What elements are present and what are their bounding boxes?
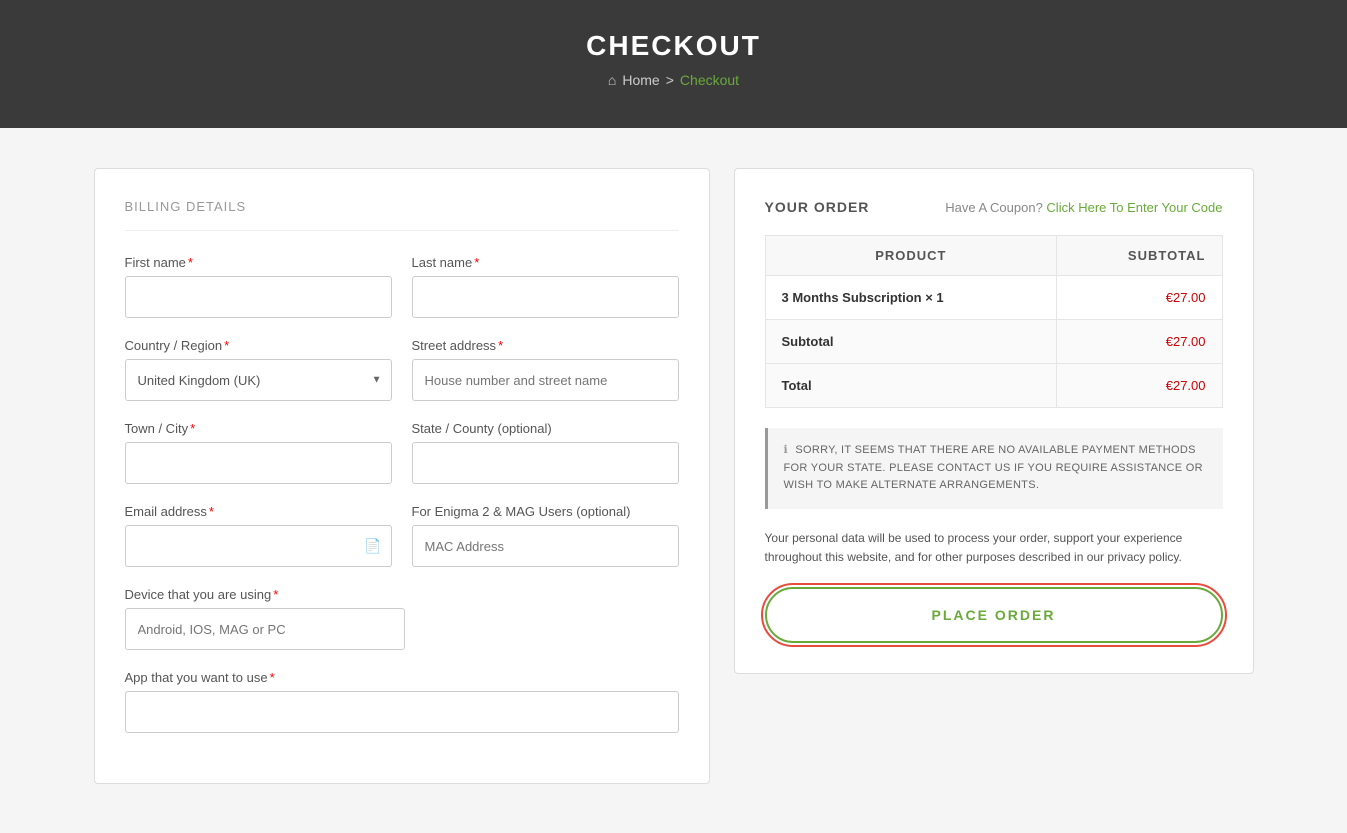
first-name-label: First name* <box>125 255 392 270</box>
privacy-text: Your personal data will be used to proce… <box>765 529 1223 567</box>
home-icon: ⌂ <box>608 72 616 88</box>
state-group: State / County (optional) <box>412 421 679 484</box>
state-label: State / County (optional) <box>412 421 679 436</box>
breadcrumb-current: Checkout <box>680 72 739 88</box>
email-label: Email address* <box>125 504 392 519</box>
street-address-input[interactable] <box>412 359 679 401</box>
order-panel: YOUR ORDER Have A Coupon? Click Here To … <box>734 168 1254 674</box>
device-group: Device that you are using* <box>125 587 679 650</box>
last-name-label: Last name* <box>412 255 679 270</box>
mac-address-label: For Enigma 2 & MAG Users (optional) <box>412 504 679 519</box>
country-select-wrapper: United Kingdom (UK) <box>125 359 392 401</box>
billing-panel: BILLING DETAILS First name* Last name* C… <box>94 168 710 784</box>
coupon-section: Have A Coupon? Click Here To Enter Your … <box>945 200 1222 215</box>
breadcrumb-separator: > <box>666 72 674 88</box>
country-label: Country / Region* <box>125 338 392 353</box>
breadcrumb: ⌂ Home > Checkout <box>20 72 1327 88</box>
billing-section-title: BILLING DETAILS <box>125 199 679 231</box>
app-label: App that you want to use* <box>125 670 679 685</box>
app-group: App that you want to use* <box>125 670 679 733</box>
state-input[interactable] <box>412 442 679 484</box>
main-content: BILLING DETAILS First name* Last name* C… <box>74 168 1274 784</box>
warning-icon: ℹ <box>784 444 788 456</box>
town-input[interactable] <box>125 442 392 484</box>
app-row: App that you want to use* <box>125 670 679 733</box>
place-order-button[interactable]: PLACE ORDER <box>765 587 1223 643</box>
town-state-row: Town / City* State / County (optional) <box>125 421 679 484</box>
device-label: Device that you are using* <box>125 587 679 602</box>
product-col-header: PRODUCT <box>765 236 1057 276</box>
email-input[interactable] <box>125 525 392 567</box>
town-label: Town / City* <box>125 421 392 436</box>
order-title: YOUR ORDER <box>765 199 870 215</box>
first-name-group: First name* <box>125 255 392 318</box>
last-name-group: Last name* <box>412 255 679 318</box>
order-table: PRODUCT SUBTOTAL 3 Months Subscription ×… <box>765 235 1223 408</box>
email-icon: 📄 <box>364 538 381 555</box>
town-group: Town / City* <box>125 421 392 484</box>
first-name-input[interactable] <box>125 276 392 318</box>
total-label: Total <box>765 364 1057 408</box>
email-input-wrapper: 📄 <box>125 525 392 567</box>
total-value: €27.00 <box>1057 364 1222 408</box>
email-mac-row: Email address* 📄 For Enigma 2 & MAG User… <box>125 504 679 567</box>
subtotal-col-header: SUBTOTAL <box>1057 236 1222 276</box>
breadcrumb-home[interactable]: Home <box>622 72 659 88</box>
table-row: 3 Months Subscription × 1 €27.00 <box>765 276 1222 320</box>
subtotal-value: €27.00 <box>1057 320 1222 364</box>
app-input[interactable] <box>125 691 679 733</box>
subtotal-row: Subtotal €27.00 <box>765 320 1222 364</box>
name-row: First name* Last name* <box>125 255 679 318</box>
country-group: Country / Region* United Kingdom (UK) <box>125 338 392 401</box>
product-price: €27.00 <box>1057 276 1222 320</box>
email-group: Email address* 📄 <box>125 504 392 567</box>
subtotal-label: Subtotal <box>765 320 1057 364</box>
payment-warning: ℹ SORRY, IT SEEMS THAT THERE ARE NO AVAI… <box>765 428 1223 509</box>
product-name: 3 Months Subscription × 1 <box>765 276 1057 320</box>
order-header: YOUR ORDER Have A Coupon? Click Here To … <box>765 199 1223 215</box>
coupon-link[interactable]: Click Here To Enter Your Code <box>1046 200 1222 215</box>
street-address-label: Street address* <box>412 338 679 353</box>
last-name-input[interactable] <box>412 276 679 318</box>
mac-address-input[interactable] <box>412 525 679 567</box>
page-title: CHECKOUT <box>20 30 1327 62</box>
street-address-group: Street address* <box>412 338 679 401</box>
page-header: CHECKOUT ⌂ Home > Checkout <box>0 0 1347 128</box>
device-input[interactable] <box>125 608 405 650</box>
country-select[interactable]: United Kingdom (UK) <box>125 359 392 401</box>
country-street-row: Country / Region* United Kingdom (UK) St… <box>125 338 679 401</box>
mac-address-group: For Enigma 2 & MAG Users (optional) <box>412 504 679 567</box>
device-row: Device that you are using* <box>125 587 679 650</box>
total-row: Total €27.00 <box>765 364 1222 408</box>
